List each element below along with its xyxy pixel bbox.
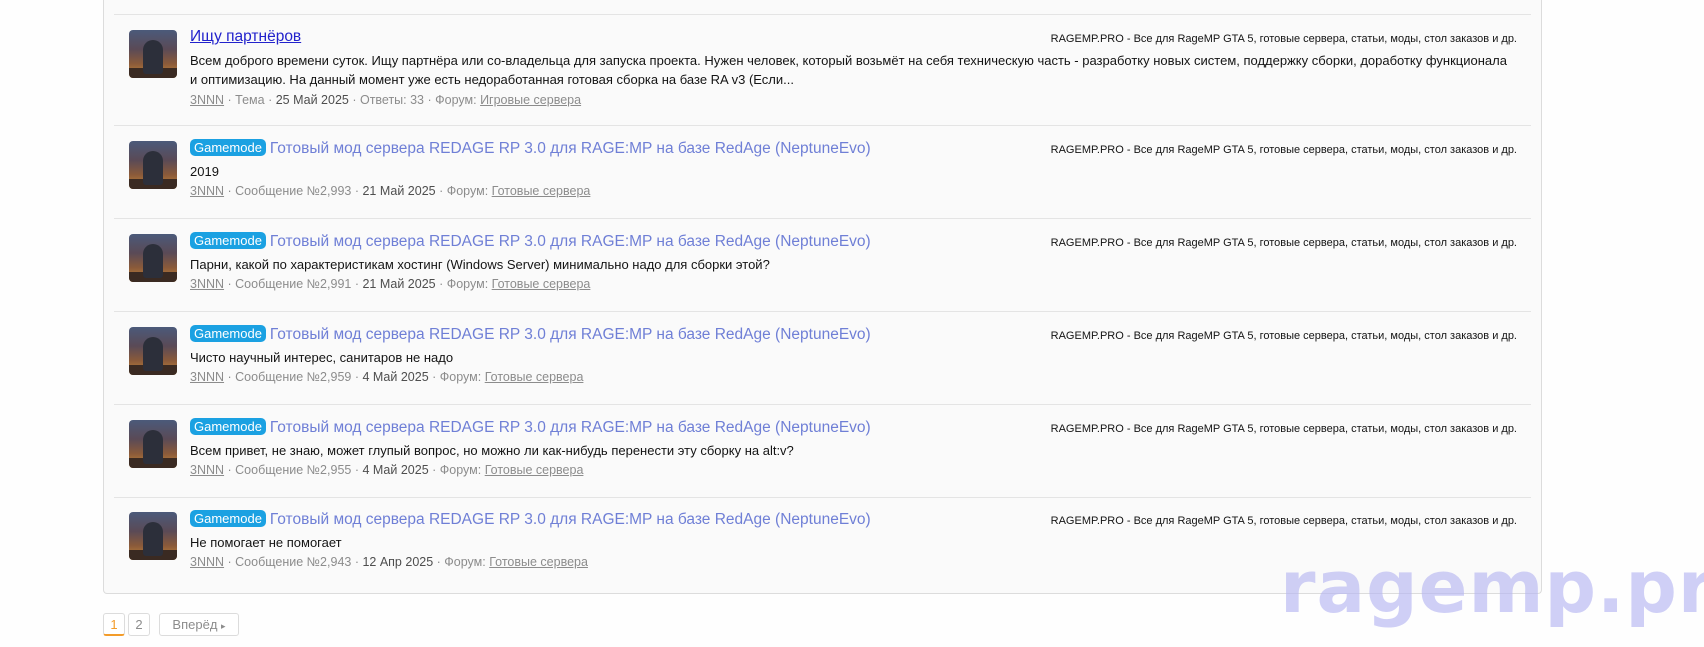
prefix-badge: Gamemode	[190, 139, 266, 156]
user-avatar[interactable]	[129, 234, 177, 282]
result-type: Сообщение №2,943	[235, 555, 352, 569]
search-result-item: Gamemode Готовый мод сервера REDAGE RP 3.…	[114, 219, 1531, 312]
result-snippet: 2019	[190, 164, 219, 179]
forum-description: RAGEMP.PRO - Все для RageMP GTA 5, готов…	[1050, 330, 1517, 342]
result-snippet: Парни, какой по характеристикам хостинг …	[190, 257, 770, 272]
thread-title-link[interactable]: Готовый мод сервера REDAGE RP 3.0 для RA…	[270, 140, 871, 157]
result-type: Сообщение №2,991	[235, 277, 352, 291]
result-date: 12 Апр 2025	[362, 555, 434, 569]
result-meta: 3NNN · Тема · 25 Май 2025 · Ответы: 33 ·…	[190, 93, 582, 107]
author-link[interactable]: 3NNN	[190, 555, 224, 569]
result-meta: 3NNN · Сообщение №2,959 · 4 Май 2025 · Ф…	[190, 370, 584, 384]
search-results-panel: Ищу партнёров RAGEMP.PRO - Все для RageM…	[103, 0, 1542, 594]
forum-description: RAGEMP.PRO - Все для RageMP GTA 5, готов…	[1050, 515, 1517, 527]
user-avatar[interactable]	[129, 30, 177, 78]
search-result-item: Ищу партнёров RAGEMP.PRO - Все для RageM…	[114, 15, 1531, 126]
result-date: 4 Май 2025	[362, 370, 429, 384]
result-snippet: Чисто научный интерес, санитаров не надо	[190, 350, 454, 365]
forum-link[interactable]: Игровые сервера	[480, 93, 581, 107]
forum-link[interactable]: Готовые сервера	[485, 463, 584, 477]
reply-count: Ответы: 33	[359, 93, 425, 107]
forum-link[interactable]: Готовые сервера	[485, 370, 584, 384]
forum-label: Форум:	[439, 370, 482, 384]
search-result-item: Gamemode Готовый мод сервера REDAGE RP 3.…	[114, 405, 1531, 498]
result-meta: 3NNN · Сообщение №2,943 · 12 Апр 2025 · …	[190, 555, 588, 569]
thread-title-link[interactable]: Готовый мод сервера REDAGE RP 3.0 для RA…	[270, 511, 871, 528]
page-2-button[interactable]: 2	[128, 613, 150, 636]
forum-description: RAGEMP.PRO - Все для RageMP GTA 5, готов…	[1050, 423, 1517, 435]
forum-link[interactable]: Готовые сервера	[492, 277, 591, 291]
user-avatar[interactable]	[129, 141, 177, 189]
prefix-badge: Gamemode	[190, 418, 266, 435]
forum-label: Форум:	[446, 184, 489, 198]
next-page-label: Вперёд	[172, 617, 218, 632]
thread-title-link[interactable]: Готовый мод сервера REDAGE RP 3.0 для RA…	[270, 419, 871, 436]
result-snippet: Всем привет, не знаю, может глупый вопро…	[190, 443, 794, 458]
page-1-button[interactable]: 1	[103, 613, 125, 636]
result-type: Сообщение №2,993	[235, 184, 352, 198]
user-avatar[interactable]	[129, 327, 177, 375]
author-link[interactable]: 3NNN	[190, 277, 224, 291]
next-page-button[interactable]: Вперёд ▸	[159, 613, 239, 636]
forum-link[interactable]: Готовые сервера	[489, 555, 588, 569]
result-date: 4 Май 2025	[362, 463, 429, 477]
caret-right-icon: ▸	[221, 621, 226, 631]
forum-label: Форум:	[444, 555, 486, 569]
forum-description: RAGEMP.PRO - Все для RageMP GTA 5, готов…	[1050, 237, 1517, 249]
result-date: 25 Май 2025	[275, 93, 349, 107]
prefix-badge: Gamemode	[190, 325, 266, 342]
result-meta: 3NNN · Сообщение №2,955 · 4 Май 2025 · Ф…	[190, 463, 584, 477]
forum-label: Форум:	[439, 463, 482, 477]
result-meta: 3NNN · Сообщение №2,993 · 21 Май 2025 · …	[190, 184, 591, 198]
forum-description: RAGEMP.PRO - Все для RageMP GTA 5, готов…	[1050, 33, 1517, 45]
author-link[interactable]: 3NNN	[190, 463, 224, 477]
forum-link[interactable]: Готовые сервера	[492, 184, 591, 198]
user-avatar[interactable]	[129, 420, 177, 468]
search-result-item: Gamemode Готовый мод сервера REDAGE RP 3.…	[114, 126, 1531, 219]
result-meta: 3NNN · Сообщение №2,991 · 21 Май 2025 · …	[190, 277, 591, 291]
author-link[interactable]: 3NNN	[190, 184, 224, 198]
site-watermark: ragemp.pro	[1280, 545, 1704, 629]
result-date: 21 Май 2025	[362, 277, 436, 291]
result-date: 21 Май 2025	[362, 184, 436, 198]
prefix-badge: Gamemode	[190, 232, 266, 249]
result-type: Сообщение №2,959	[235, 370, 352, 384]
search-result-item: Gamemode Готовый мод сервера REDAGE RP 3.…	[114, 312, 1531, 405]
user-avatar[interactable]	[129, 512, 177, 560]
result-type: Тема	[235, 93, 265, 107]
thread-title-link[interactable]: Ищу партнёров	[190, 28, 301, 45]
prefix-badge: Gamemode	[190, 510, 266, 527]
author-link[interactable]: 3NNN	[190, 370, 224, 384]
forum-description: RAGEMP.PRO - Все для RageMP GTA 5, готов…	[1050, 144, 1517, 156]
forum-label: Форум:	[446, 277, 489, 291]
author-link[interactable]: 3NNN	[190, 93, 224, 107]
result-snippet: Всем доброго времени суток. Ищу партнёра…	[190, 53, 1507, 87]
thread-title-link[interactable]: Готовый мод сервера REDAGE RP 3.0 для RA…	[270, 233, 871, 250]
forum-label: Форум:	[435, 93, 477, 107]
result-type: Сообщение №2,955	[235, 463, 352, 477]
thread-title-link[interactable]: Готовый мод сервера REDAGE RP 3.0 для RA…	[270, 326, 871, 343]
